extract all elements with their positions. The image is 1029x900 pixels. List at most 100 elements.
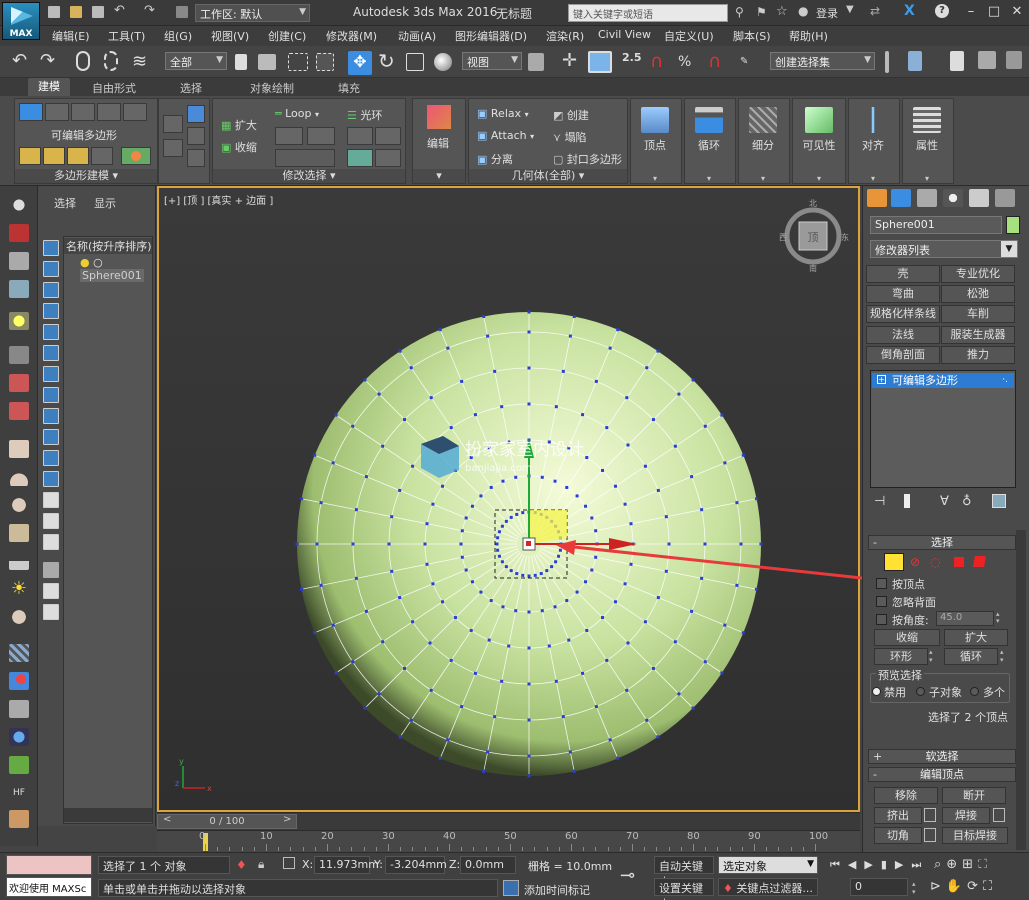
- mesh-vertex[interactable]: [690, 609, 694, 613]
- mesh-vertex[interactable]: [561, 369, 565, 373]
- mesh-vertex[interactable]: [425, 562, 429, 566]
- select-manipulate-icon[interactable]: ✛: [562, 51, 584, 73]
- mesh-vertex[interactable]: [351, 542, 355, 546]
- mesh-vertex[interactable]: [547, 644, 551, 648]
- ring-shrink-icon[interactable]: [375, 127, 401, 145]
- mesh-vertex[interactable]: [521, 511, 525, 515]
- select-scale-icon[interactable]: [406, 53, 424, 71]
- preview-off-radio[interactable]: [872, 687, 881, 696]
- menu-animation[interactable]: 动画(A): [398, 28, 436, 44]
- selection-grow-button[interactable]: 扩大: [944, 629, 1008, 646]
- binoculars-icon[interactable]: ⚲: [735, 5, 744, 19]
- scene-explorer-icon[interactable]: [950, 51, 964, 71]
- modifier-pro-optimizer-button[interactable]: 专业优化: [941, 265, 1015, 283]
- mesh-vertex[interactable]: [514, 609, 518, 613]
- align-big-button[interactable]: 对齐 ▾: [849, 103, 897, 185]
- ring-spinner-icon[interactable]: ▴ ▾: [929, 648, 933, 664]
- mesh-vertex[interactable]: [645, 366, 649, 370]
- mesh-vertex[interactable]: [741, 631, 745, 635]
- mesh-vertex[interactable]: [514, 475, 518, 479]
- mesh-vertex[interactable]: [527, 682, 531, 686]
- selection-ring-button[interactable]: 环形: [874, 648, 928, 665]
- mesh-vertex[interactable]: [584, 504, 588, 508]
- mesh-vertex[interactable]: [550, 565, 554, 569]
- mesh-vertex[interactable]: [590, 568, 594, 572]
- angle-snap-icon[interactable]: ∩: [650, 51, 672, 73]
- mesh-vertex[interactable]: [568, 334, 572, 338]
- by-vertex-icon[interactable]: [187, 127, 205, 145]
- mesh-vertex[interactable]: [486, 334, 490, 338]
- new-file-icon[interactable]: [48, 6, 60, 18]
- mesh-vertex[interactable]: [690, 475, 694, 479]
- mesh-vertex[interactable]: [625, 396, 629, 400]
- mesh-vertex[interactable]: [572, 314, 576, 318]
- selection-loop-button[interactable]: 循环: [944, 648, 998, 665]
- target-weld-button[interactable]: 目标焊接: [942, 827, 1008, 844]
- mesh-vertex[interactable]: [479, 590, 483, 594]
- loop-shrink-icon[interactable]: [307, 127, 335, 145]
- mesh-vertex[interactable]: [496, 536, 500, 540]
- save-icon[interactable]: [92, 6, 104, 18]
- hierarchy-icon[interactable]: [43, 604, 59, 620]
- mesh-vertex[interactable]: [493, 369, 497, 373]
- scene-explorer-tab-select[interactable]: 选择: [54, 195, 76, 211]
- mesh-vertex[interactable]: [438, 328, 442, 332]
- display-shapes-icon[interactable]: [43, 261, 59, 277]
- mesh-vertex[interactable]: [645, 718, 649, 722]
- object-name-field[interactable]: Sphere001: [870, 216, 1002, 234]
- modify-tab-icon[interactable]: [891, 189, 911, 207]
- make-unique-icon[interactable]: ∀: [940, 494, 949, 509]
- show-end-result-icon[interactable]: [91, 147, 113, 165]
- camera-icon[interactable]: [9, 346, 29, 364]
- snaps-toggle-icon[interactable]: 2.5: [622, 51, 644, 73]
- mesh-vertex[interactable]: [527, 310, 531, 314]
- loops-big-button[interactable]: 循环 ▾: [685, 103, 733, 185]
- character-icon[interactable]: [9, 374, 29, 392]
- mesh-vertex[interactable]: [540, 475, 544, 479]
- mesh-vertex[interactable]: [616, 756, 620, 760]
- undo-icon[interactable]: ↶: [114, 3, 126, 18]
- viewport-navigation-bottom[interactable]: ⊳✋⟳⛶: [930, 879, 997, 894]
- place-icon[interactable]: [434, 53, 452, 71]
- geometry-panel-title[interactable]: 几何体(全部) ▾: [469, 169, 627, 183]
- display-bones-icon[interactable]: [43, 408, 59, 424]
- create-button[interactable]: ◩ 创建: [553, 107, 589, 123]
- cap-poly-button[interactable]: ▢ 封口多边形: [553, 151, 622, 167]
- edit-named-selection-icon[interactable]: ✎: [740, 51, 762, 73]
- modifier-stack-item[interactable]: + 可编辑多边形 ·.: [872, 373, 1014, 388]
- modifier-normal-button[interactable]: 法线: [866, 326, 940, 344]
- mesh-vertex[interactable]: [403, 666, 407, 670]
- mesh-vertex[interactable]: [561, 715, 565, 719]
- display-lights-icon[interactable]: [43, 282, 59, 298]
- mesh-vertex[interactable]: [363, 378, 367, 382]
- loop-grow-icon[interactable]: [275, 127, 303, 145]
- chamfer-vertex-button[interactable]: 切角: [874, 827, 922, 844]
- mesh-vertex[interactable]: [470, 580, 474, 584]
- mesh-vertex[interactable]: [585, 456, 589, 460]
- teapot-icon[interactable]: [9, 196, 29, 214]
- mesh-vertex[interactable]: [540, 609, 544, 613]
- user-icon[interactable]: ●: [798, 4, 808, 18]
- isolate-selection-icon[interactable]: ♦: [236, 858, 247, 872]
- mesh-vertex[interactable]: [629, 562, 633, 566]
- mesh-vertex[interactable]: [387, 542, 391, 546]
- mesh-vertex[interactable]: [527, 646, 531, 650]
- mesh-vertex[interactable]: [489, 485, 493, 489]
- menu-tools[interactable]: 工具(T): [108, 28, 145, 44]
- mesh-vertex[interactable]: [527, 330, 531, 334]
- mesh-vertex[interactable]: [575, 494, 579, 498]
- mesh-vertex[interactable]: [487, 638, 491, 642]
- polygon-modeling-title[interactable]: 多边形建模 ▾: [15, 169, 157, 183]
- attach-button[interactable]: ▣ Attach ▾: [477, 129, 534, 142]
- mesh-vertex[interactable]: [691, 378, 695, 382]
- mesh-vertex[interactable]: [497, 554, 501, 558]
- mesh-vertex[interactable]: [594, 379, 598, 383]
- mesh-vertex[interactable]: [581, 413, 585, 417]
- mesh-vertex[interactable]: [720, 671, 724, 675]
- preview-selection-icon[interactable]: [187, 105, 205, 123]
- molecule-icon[interactable]: [9, 672, 29, 690]
- key-filters-button[interactable]: ♦ 关键点过滤器...: [718, 878, 818, 896]
- edit-icon[interactable]: [427, 105, 451, 129]
- named-selection-sets-select[interactable]: 创建选择集 ▼: [770, 52, 875, 70]
- mesh-vertex[interactable]: [500, 405, 504, 409]
